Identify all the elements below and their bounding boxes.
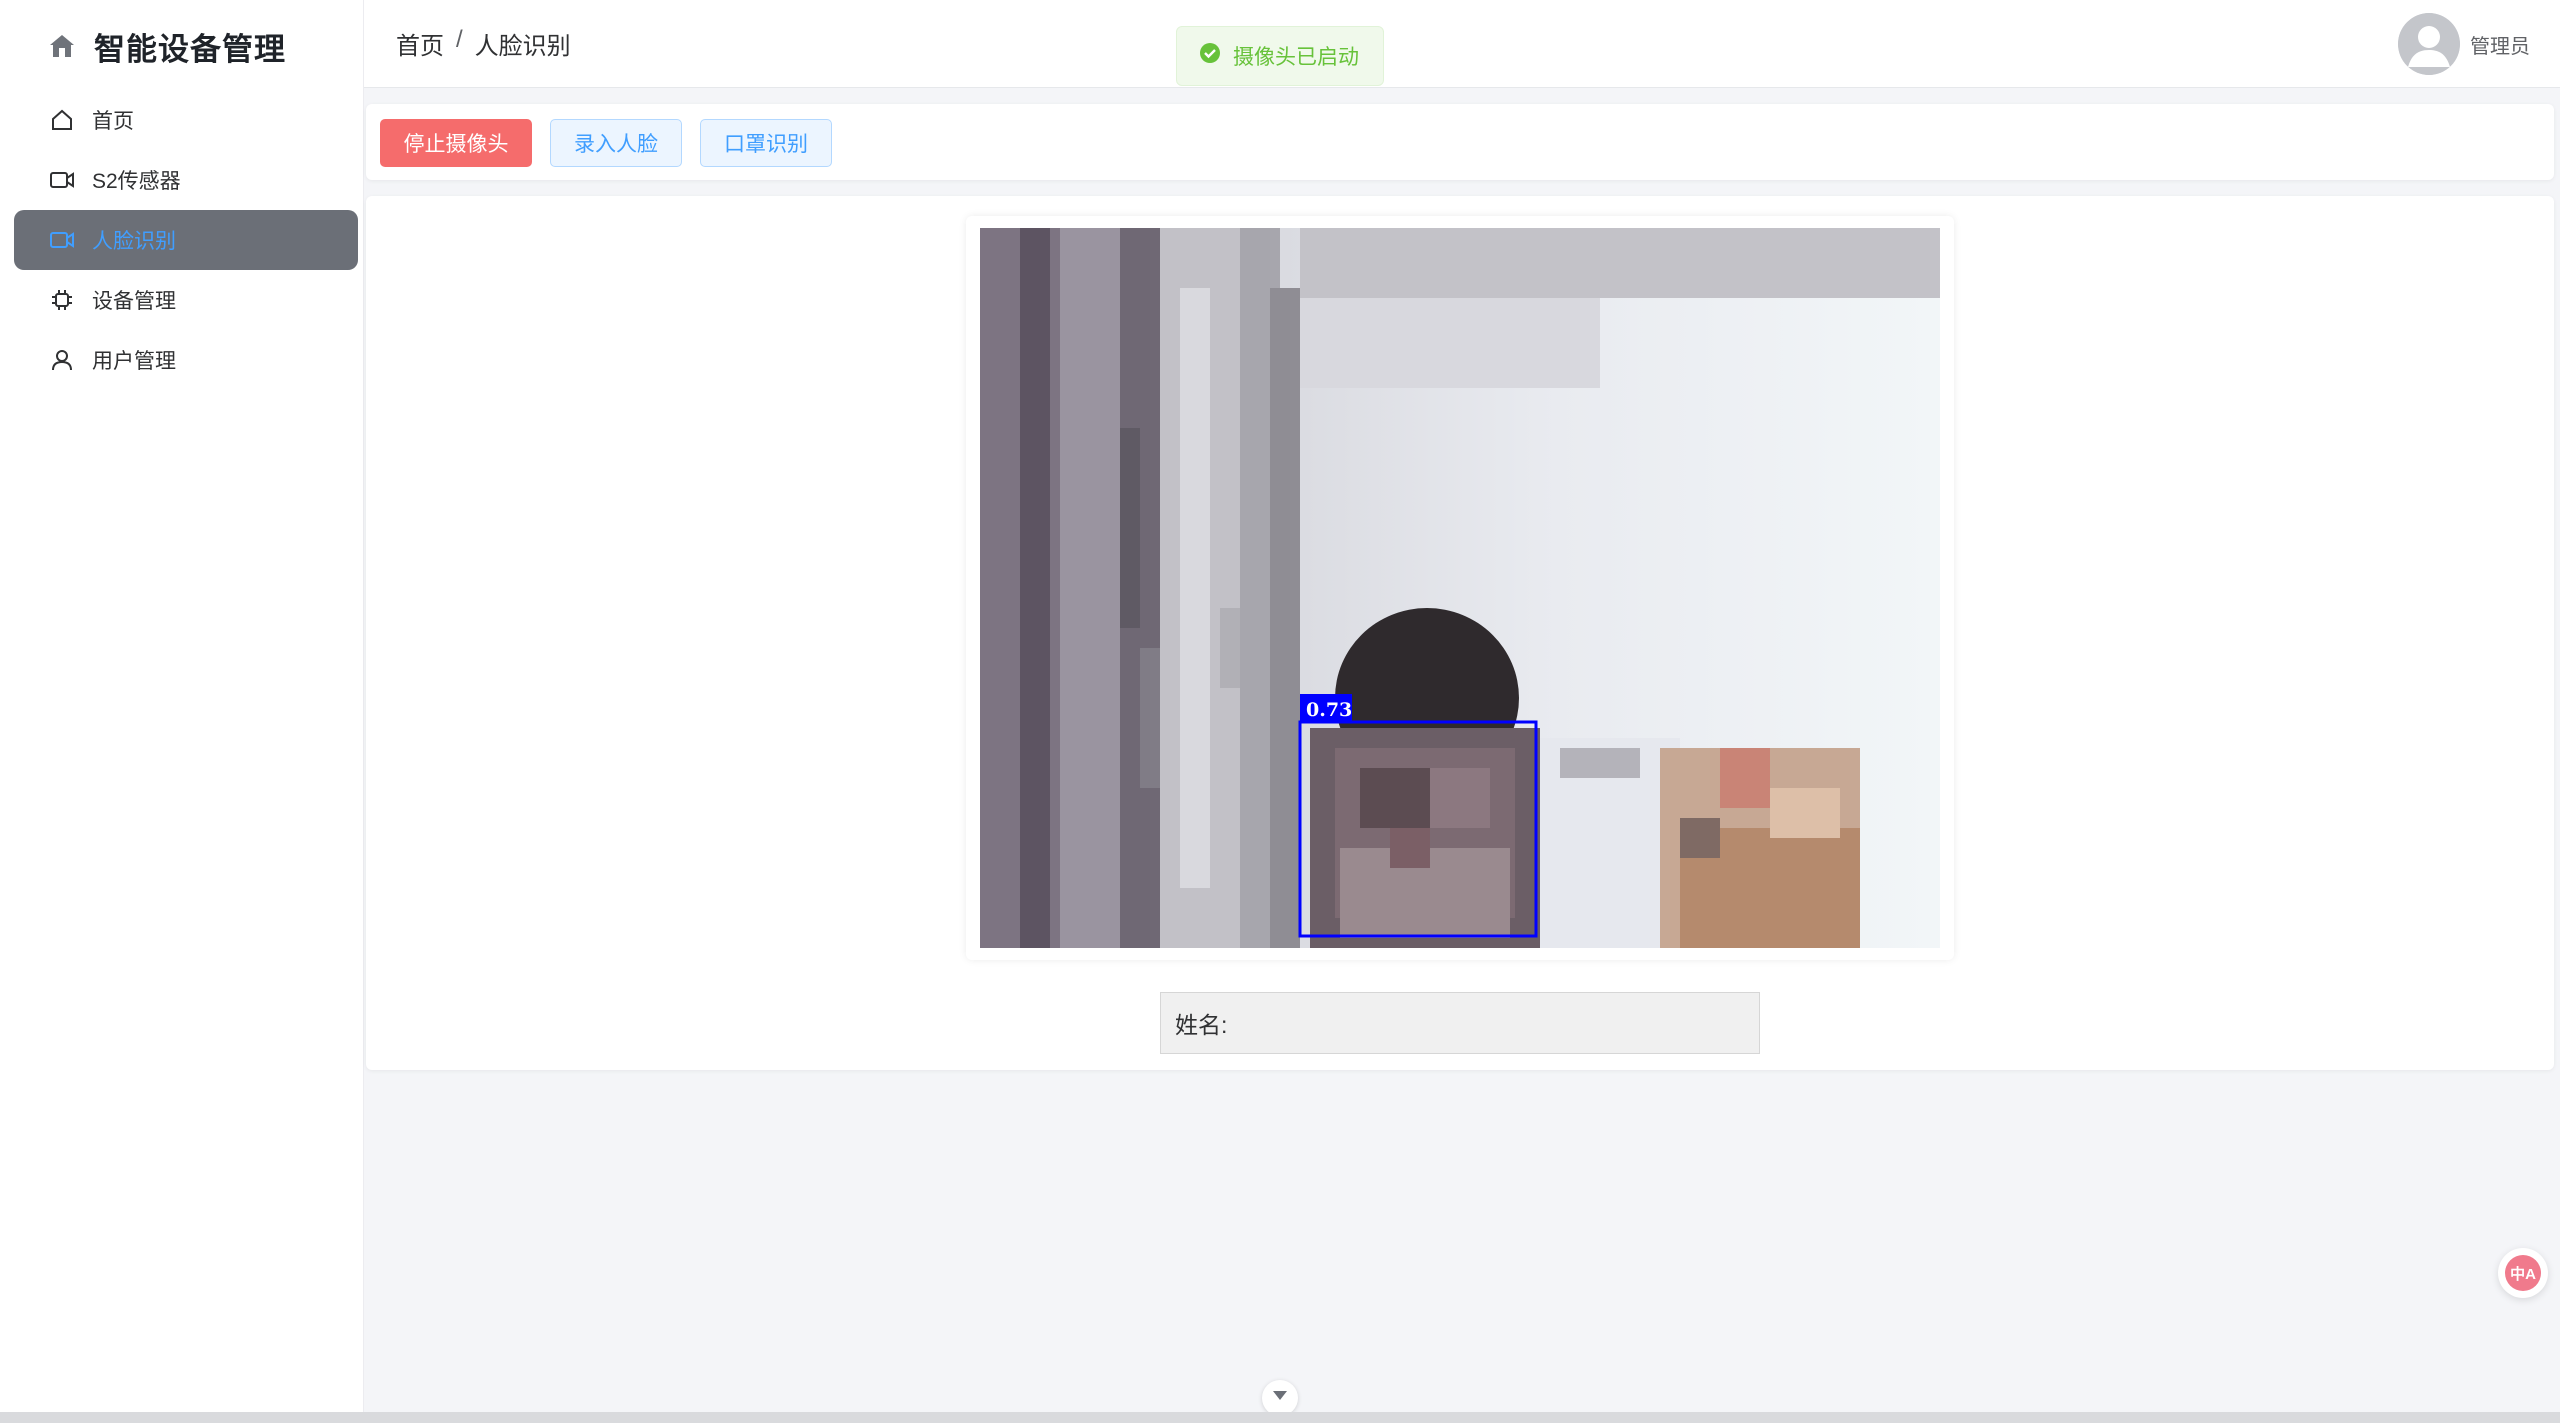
action-toolbar: 停止摄像头 录入人脸 口罩识别 bbox=[366, 104, 2554, 180]
sidebar-item-label: 设备管理 bbox=[92, 290, 176, 313]
sidebar-item-label: S2传感器 bbox=[92, 170, 181, 193]
bottom-divider bbox=[0, 1412, 2560, 1423]
sidebar-item-user-management[interactable]: 用户管理 bbox=[14, 330, 358, 390]
name-field-label: 姓名: bbox=[1175, 1012, 1228, 1038]
recognized-name-field: 姓名: bbox=[1160, 992, 1760, 1054]
enroll-face-button[interactable]: 录入人脸 bbox=[550, 119, 682, 167]
sidebar-item-face-recognition[interactable]: 人脸识别 bbox=[14, 210, 358, 270]
home-logo-icon bbox=[48, 33, 76, 59]
translate-float-button[interactable]: 中A bbox=[2498, 1248, 2548, 1298]
recognition-panel: 0.73 姓名: bbox=[366, 196, 2554, 1070]
sidebar-item-s2-sensor[interactable]: S2传感器 bbox=[14, 150, 358, 210]
home-icon bbox=[48, 106, 76, 134]
user-name[interactable]: 管理员 bbox=[2470, 30, 2530, 59]
breadcrumb-separator: / bbox=[456, 26, 463, 53]
camera-frame: 0.73 bbox=[966, 216, 1954, 960]
scroll-down-button[interactable] bbox=[1262, 1380, 1298, 1416]
check-circle-icon bbox=[1199, 42, 1221, 70]
camera-icon bbox=[48, 226, 76, 254]
user-menu[interactable]: 管理员 bbox=[2398, 13, 2530, 75]
mask-detection-button[interactable]: 口罩识别 bbox=[700, 119, 832, 167]
detection-confidence-label: 0.73 bbox=[1306, 699, 1352, 721]
camera-feed: 0.73 bbox=[980, 228, 1940, 948]
breadcrumb: 首页 / 人脸识别 bbox=[396, 26, 571, 61]
stop-camera-button[interactable]: 停止摄像头 bbox=[380, 119, 532, 167]
breadcrumb-home[interactable]: 首页 bbox=[396, 26, 444, 61]
avatar[interactable] bbox=[2398, 13, 2460, 75]
sidebar-item-label: 用户管理 bbox=[92, 350, 176, 373]
app-logo[interactable]: 智能设备管理 bbox=[48, 22, 286, 70]
camera-icon bbox=[48, 166, 76, 194]
success-toast: 摄像头已启动 bbox=[1176, 26, 1384, 86]
sidebar: 智能设备管理 首页 S2传感器 人脸识别 设备管理 用户管理 bbox=[0, 0, 364, 1423]
chevron-down-icon bbox=[1272, 1389, 1288, 1407]
user-icon bbox=[48, 346, 76, 374]
top-header: 首页 / 人脸识别 摄像头已启动 管理员 bbox=[364, 0, 2560, 88]
sidebar-item-label: 人脸识别 bbox=[92, 230, 176, 253]
camera-feed-image: 0.73 bbox=[980, 228, 1940, 948]
translate-icon: 中A bbox=[2505, 1255, 2541, 1291]
sidebar-menu: 首页 S2传感器 人脸识别 设备管理 用户管理 bbox=[14, 90, 358, 390]
sidebar-item-label: 首页 bbox=[92, 110, 134, 133]
sidebar-item-home[interactable]: 首页 bbox=[14, 90, 358, 150]
toast-message: 摄像头已启动 bbox=[1233, 46, 1359, 69]
chip-icon bbox=[48, 286, 76, 314]
sidebar-item-device-management[interactable]: 设备管理 bbox=[14, 270, 358, 330]
app-title: 智能设备管理 bbox=[94, 31, 286, 67]
breadcrumb-current: 人脸识别 bbox=[474, 33, 571, 60]
